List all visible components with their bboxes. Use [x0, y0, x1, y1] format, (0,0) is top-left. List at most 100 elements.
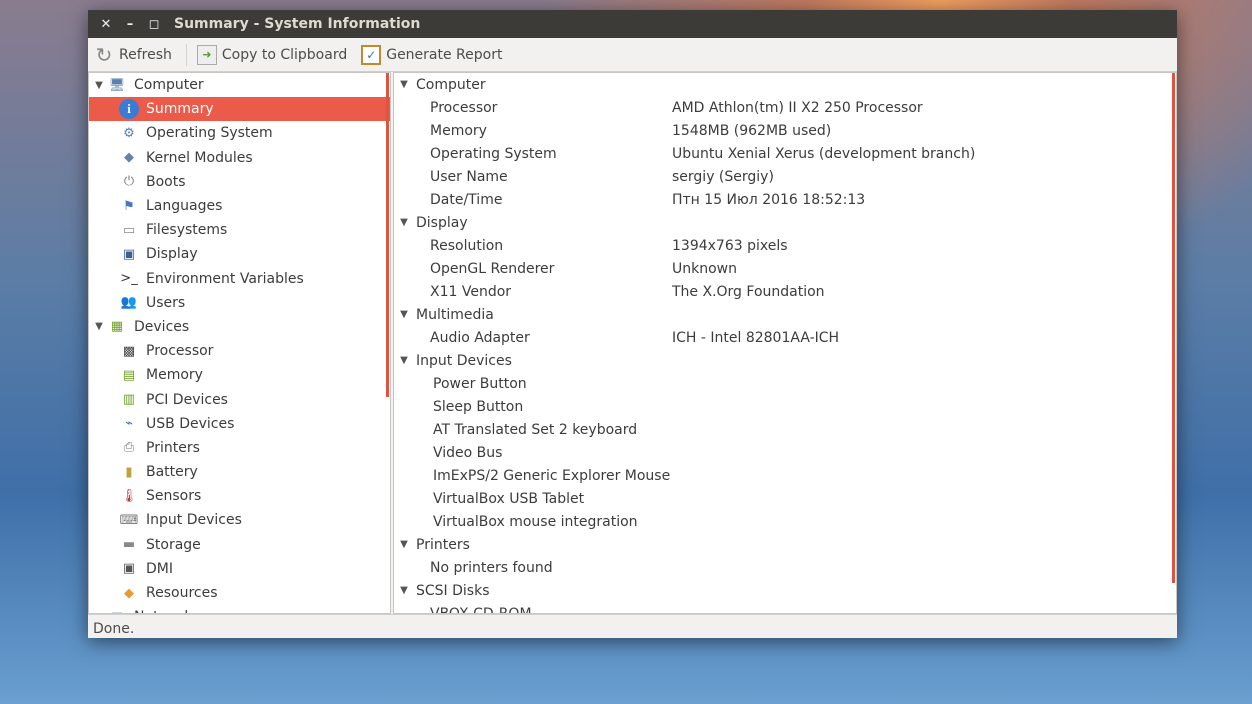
network-icon: ▣ [107, 607, 127, 613]
device-name: VirtualBox USB Tablet [433, 490, 585, 507]
detail-row: X11 Vendor The X.Org Foundation [394, 280, 1176, 303]
tree-item-kernel-modules[interactable]: ◆ Kernel Modules [89, 146, 390, 170]
tree-item-label: Memory [146, 367, 203, 384]
detail-row: Processor AMD Athlon(tm) II X2 250 Proces… [394, 96, 1176, 119]
detail-value: 1394x763 pixels [672, 237, 788, 254]
section-header: ▼ SCSI Disks [394, 579, 1176, 602]
input-device-row: VirtualBox USB Tablet [394, 487, 1176, 510]
section-label: Display [416, 214, 468, 231]
detail-value: sergiy (Sergiy) [672, 168, 774, 185]
tree-item-boots[interactable]: ⏻ Boots [89, 170, 390, 194]
detail-key: X11 Vendor [430, 283, 512, 300]
detail-key: Resolution [430, 237, 504, 254]
detail-value: Птн 15 Июл 2016 18:52:13 [672, 191, 866, 208]
tree-item-sensors[interactable]: 🌡 Sensors [89, 484, 390, 508]
detail-row: VBOX CD-ROM [394, 602, 1176, 614]
copy-to-clipboard-button[interactable]: ➜ Copy to Clipboard [196, 44, 347, 65]
input-icon: ⌨ [119, 512, 139, 528]
resources-icon: ◆ [124, 585, 134, 601]
tree-item-label: DMI [146, 560, 173, 577]
expander-arrow-icon[interactable]: ▼ [396, 309, 412, 320]
device-name: VirtualBox mouse integration [433, 513, 638, 530]
detail-key: OpenGL Renderer [430, 260, 555, 277]
maximize-button[interactable]: ◻ [142, 17, 166, 32]
tree-item-label: Filesystems [146, 222, 228, 239]
tree-item-resources[interactable]: ◆ Resources [89, 581, 390, 605]
input-device-row: VirtualBox mouse integration [394, 510, 1176, 533]
tree-item-memory[interactable]: ▤ Memory [89, 363, 390, 387]
tree-item-label: Processor [146, 343, 214, 360]
expander-arrow-icon[interactable]: ▼ [396, 355, 412, 366]
tree-item-network[interactable]: ▼▣Network [89, 605, 390, 613]
report-label: Generate Report [386, 46, 503, 63]
detail-row: No printers found [394, 556, 1176, 579]
expander-arrow-icon[interactable]: ▼ [91, 80, 107, 91]
tree-item-label: Languages [146, 198, 223, 215]
tree-item-dmi[interactable]: ▣ DMI [89, 557, 390, 581]
section-label: Printers [416, 536, 470, 553]
category-tree[interactable]: ▼ 🖥 Computer i Summary ⚙ Operating System ◆ Kern… [88, 72, 391, 614]
detail-value: Unknown [672, 260, 737, 277]
detail-key: Processor [430, 99, 498, 116]
tree-item-processor[interactable]: ▩ Processor [89, 339, 390, 363]
tree-item-usb-devices[interactable]: ⌁ USB Devices [89, 412, 390, 436]
tree-item-label: Resources [146, 585, 218, 602]
minimize-button[interactable]: – [118, 17, 142, 32]
device-name: Power Button [433, 375, 527, 392]
tree-item-label: Devices [134, 318, 190, 335]
detail-value: AMD Athlon(tm) II X2 250 Processor [672, 99, 923, 116]
details-pane[interactable]: ▼ Computer Processor AMD Athlon(tm) II X2 2… [393, 72, 1177, 614]
detail-value: ICH - Intel 82801AA-ICH [672, 329, 840, 346]
section-label: Input Devices [416, 352, 512, 369]
detail-key: Operating System [430, 145, 557, 162]
tree-item-label: Boots [146, 173, 186, 190]
clipboard-copy-icon: ➜ [196, 44, 217, 65]
devices-icon: ▦ [110, 319, 124, 335]
flag-icon: ⚑ [123, 198, 135, 214]
gear-icon: ⚙ [123, 125, 135, 141]
tree-item-label: Input Devices [146, 512, 242, 529]
report-icon: ✓ [361, 44, 382, 65]
generate-report-button[interactable]: ✓ Generate Report [361, 44, 503, 65]
tree-item-languages[interactable]: ⚑ Languages [89, 194, 390, 218]
tree-item-filesystems[interactable]: ▭ Filesystems [89, 218, 390, 242]
expander-arrow-icon[interactable]: ▼ [396, 539, 412, 550]
tree-item-environment-variables[interactable]: >_ Environment Variables [89, 267, 390, 291]
section-header: ▼ Computer [394, 73, 1176, 96]
tree-item-label: USB Devices [146, 415, 235, 432]
tree-scrollbar[interactable] [386, 73, 389, 397]
section-header: ▼ Printers [394, 533, 1176, 556]
expander-arrow-icon[interactable]: ▼ [396, 217, 412, 228]
tree-item-display[interactable]: ▣ Display [89, 242, 390, 266]
tree-item-pci-devices[interactable]: ▥ PCI Devices [89, 387, 390, 411]
tree-item-label: Battery [146, 464, 198, 481]
tree-item-users[interactable]: 👥 Users [89, 291, 390, 315]
tree-item-storage[interactable]: ▬ Storage [89, 533, 390, 557]
section-header: ▼ Multimedia [394, 303, 1176, 326]
expander-arrow-icon[interactable]: ▼ [396, 585, 412, 596]
cpu-icon: ▩ [122, 343, 136, 359]
tree-item-devices[interactable]: ▼ ▦ Devices [89, 315, 390, 339]
section-header: ▼ Display [394, 211, 1176, 234]
computer-icon: 🖥 [108, 77, 126, 93]
refresh-button[interactable]: ↻ Refresh [94, 43, 172, 67]
section-label: Multimedia [416, 306, 494, 323]
tree-item-summary[interactable]: i Summary [89, 97, 390, 122]
info-icon: i [119, 99, 139, 120]
detail-row: OpenGL Renderer Unknown [394, 257, 1176, 280]
tree-item-label: Sensors [146, 488, 202, 505]
tree-item-battery[interactable]: ▮ Battery [89, 460, 390, 484]
close-button[interactable]: ✕ [94, 17, 118, 32]
tree-item-input-devices[interactable]: ⌨ Input Devices [89, 508, 390, 532]
section-label: SCSI Disks [416, 582, 490, 599]
tree-item-operating-system[interactable]: ⚙ Operating System [89, 121, 390, 145]
input-device-row: Power Button [394, 372, 1176, 395]
battery-icon: ▮ [125, 464, 133, 480]
expander-arrow-icon[interactable]: ▼ [91, 321, 107, 332]
expander-arrow-icon[interactable]: ▼ [396, 79, 412, 90]
input-device-row: AT Translated Set 2 keyboard [394, 418, 1176, 441]
tree-item-computer[interactable]: ▼ 🖥 Computer [89, 73, 390, 97]
detail-row: User Name sergiy (Sergiy) [394, 165, 1176, 188]
tree-item-printers[interactable]: ⎙ Printers [89, 436, 390, 460]
system-info-window: ✕ – ◻ Summary - System Information ↻ Ref… [88, 10, 1177, 638]
